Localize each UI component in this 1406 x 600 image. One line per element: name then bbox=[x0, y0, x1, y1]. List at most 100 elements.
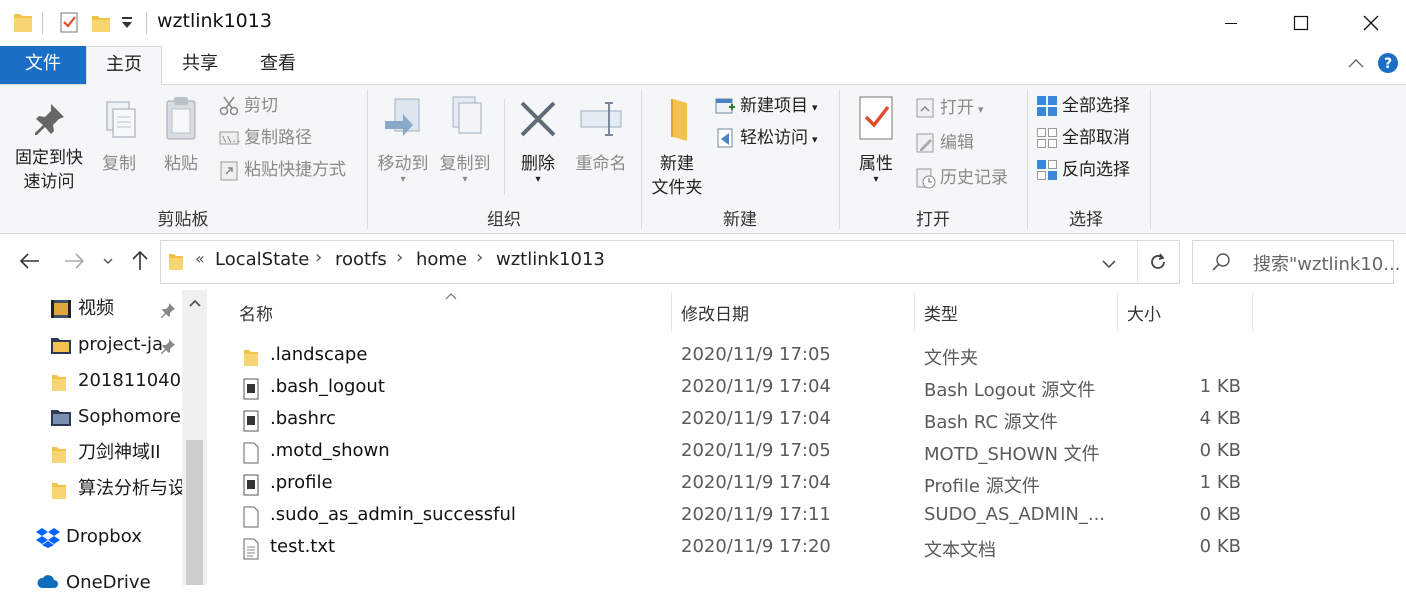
column-divider[interactable] bbox=[671, 292, 672, 332]
file-size: 0 KB bbox=[1199, 504, 1241, 525]
cut-button[interactable]: 剪切 bbox=[218, 93, 278, 119]
tab-file[interactable]: 文件 bbox=[0, 46, 86, 84]
paste-button[interactable]: 粘贴 bbox=[152, 95, 210, 176]
delete-dropdown-icon[interactable]: ▾ bbox=[510, 175, 566, 185]
select-none-button[interactable]: 全部取消 bbox=[1036, 125, 1130, 151]
nav-item-sao[interactable]: 刀剑神域II bbox=[0, 436, 182, 470]
properties-dropdown-icon[interactable]: ▾ bbox=[846, 175, 906, 185]
copy-path-icon: \\.. bbox=[219, 131, 240, 145]
open-button[interactable]: 打开 ▾ bbox=[914, 95, 984, 121]
folder-icon bbox=[167, 250, 185, 276]
invert-selection-button[interactable]: 反向选择 bbox=[1036, 157, 1130, 183]
table-row[interactable]: .bashrc 2020/11/9 17:04 Bash RC 源文件 4 KB bbox=[230, 404, 1260, 436]
properties-quick-icon[interactable] bbox=[58, 10, 80, 34]
help-icon[interactable]: ? bbox=[1377, 52, 1399, 78]
nav-item-algorithms[interactable]: 算法分析与设 bbox=[0, 472, 182, 506]
file-date: 2020/11/9 17:05 bbox=[681, 440, 831, 461]
nav-item-onedrive[interactable]: OneDrive bbox=[0, 566, 182, 600]
breadcrumb-separator[interactable]: › bbox=[396, 247, 403, 268]
move-to-dropdown-icon[interactable]: ▾ bbox=[372, 175, 434, 185]
tab-view[interactable]: 查看 bbox=[242, 46, 314, 84]
edit-button[interactable]: 编辑 bbox=[914, 130, 974, 156]
breadcrumb-separator[interactable]: › bbox=[315, 247, 322, 268]
forward-button[interactable] bbox=[60, 246, 88, 276]
breadcrumb-separator[interactable]: › bbox=[476, 247, 483, 268]
folder-icon bbox=[244, 350, 258, 366]
table-row[interactable]: .sudo_as_admin_successful 2020/11/9 17:1… bbox=[230, 500, 1260, 532]
tab-home[interactable]: 主页 bbox=[86, 46, 162, 86]
nav-item-dropbox[interactable]: Dropbox bbox=[0, 520, 182, 554]
rename-button[interactable]: 重命名 bbox=[568, 95, 634, 176]
open-dropdown-icon[interactable]: ▾ bbox=[978, 103, 984, 116]
properties-button[interactable]: 属性 ▾ bbox=[846, 95, 906, 185]
recent-locations-button[interactable] bbox=[96, 246, 120, 276]
folder-icon bbox=[52, 375, 66, 391]
table-row[interactable]: .bash_logout 2020/11/9 17:04 Bash Logout… bbox=[230, 372, 1260, 404]
column-header-date[interactable]: 修改日期 bbox=[681, 300, 749, 325]
nav-item-2018110401[interactable]: 2018110401 bbox=[0, 364, 182, 398]
nav-scrollbar-thumb[interactable] bbox=[186, 440, 203, 585]
copy-button[interactable]: 复制 bbox=[92, 99, 146, 176]
minimize-button[interactable] bbox=[1196, 0, 1266, 46]
table-row[interactable]: test.txt 2020/11/9 17:20 文本文档 0 KB bbox=[230, 532, 1260, 564]
easy-access-dropdown-icon[interactable]: ▾ bbox=[812, 133, 818, 146]
organize-group-label: 组织 bbox=[487, 210, 521, 230]
breadcrumb-overflow[interactable]: « bbox=[195, 249, 205, 268]
back-arrow-icon bbox=[19, 253, 39, 269]
nav-item-project[interactable]: project-ja bbox=[0, 328, 182, 362]
column-divider[interactable] bbox=[1117, 292, 1118, 332]
search-icon bbox=[1211, 252, 1231, 276]
nav-item-videos[interactable]: 视频 bbox=[0, 292, 182, 326]
new-item-dropdown-icon[interactable]: ▾ bbox=[812, 101, 818, 114]
select-all-button[interactable]: 全部选择 bbox=[1036, 93, 1130, 119]
paste-shortcut-button[interactable]: 粘贴快捷方式 bbox=[218, 157, 346, 183]
breadcrumb-rootfs[interactable]: rootfs bbox=[335, 249, 387, 270]
nav-item-sophomore[interactable]: Sophomore bbox=[0, 400, 182, 434]
breadcrumb-home[interactable]: home bbox=[416, 249, 467, 270]
table-row[interactable]: .motd_shown 2020/11/9 17:05 MOTD_SHOWN 文… bbox=[230, 436, 1260, 468]
customize-quick-access-icon[interactable] bbox=[120, 14, 142, 38]
breadcrumb-wztlink1013[interactable]: wztlink1013 bbox=[496, 249, 605, 270]
column-header-name[interactable]: 名称 bbox=[239, 300, 273, 325]
move-to-button[interactable]: 移动到 ▾ bbox=[372, 95, 434, 185]
column-header-size[interactable]: 大小 bbox=[1127, 300, 1161, 325]
pin-to-quick-access-button[interactable]: 固定到快 速访问 bbox=[6, 99, 92, 194]
file-date: 2020/11/9 17:04 bbox=[681, 472, 831, 493]
up-button[interactable] bbox=[126, 246, 154, 276]
delete-button[interactable]: 删除 ▾ bbox=[510, 95, 566, 185]
breadcrumb-localstate[interactable]: LocalState bbox=[215, 249, 309, 270]
tab-share[interactable]: 共享 bbox=[164, 46, 236, 84]
new-item-button[interactable]: 新建项目 ▾ bbox=[714, 93, 818, 119]
close-button[interactable] bbox=[1336, 0, 1406, 46]
minimize-icon bbox=[1225, 23, 1237, 24]
dark-folder-icon bbox=[51, 410, 71, 426]
refresh-icon[interactable] bbox=[1147, 251, 1169, 277]
title-bar: wztlink1013 bbox=[0, 0, 1406, 46]
copy-to-button[interactable]: 复制到 ▾ bbox=[434, 95, 496, 185]
history-button[interactable]: 历史记录 bbox=[914, 165, 1008, 191]
file-type: 文件夹 bbox=[924, 348, 978, 369]
copy-to-dropdown-icon[interactable]: ▾ bbox=[434, 175, 496, 185]
copy-path-button[interactable]: \\.. 复制路径 bbox=[218, 125, 312, 151]
file-type: Bash RC 源文件 bbox=[924, 412, 1058, 433]
address-dropdown-icon[interactable] bbox=[1101, 255, 1117, 274]
column-divider[interactable] bbox=[1252, 292, 1253, 332]
paste-shortcut-icon bbox=[220, 161, 238, 181]
maximize-button[interactable] bbox=[1266, 0, 1336, 46]
copy-icon bbox=[106, 101, 136, 138]
easy-access-icon bbox=[717, 128, 733, 148]
address-box[interactable]: « LocalState › rootfs › home › wztlink10… bbox=[160, 240, 1180, 284]
column-divider[interactable] bbox=[914, 292, 915, 332]
file-size: 4 KB bbox=[1199, 408, 1241, 429]
new-folder-button[interactable]: 新建 文件夹 bbox=[644, 95, 710, 200]
back-button[interactable] bbox=[16, 246, 44, 276]
table-row[interactable]: .landscape 2020/11/9 17:05 文件夹 bbox=[230, 340, 1260, 372]
column-header-type[interactable]: 类型 bbox=[924, 300, 958, 325]
new-folder-quick-icon[interactable] bbox=[90, 10, 112, 34]
table-row[interactable]: .profile 2020/11/9 17:04 Profile 源文件 1 K… bbox=[230, 468, 1260, 500]
collapse-ribbon-icon[interactable] bbox=[1346, 54, 1366, 78]
close-icon bbox=[1363, 15, 1379, 31]
file-name: test.txt bbox=[270, 536, 336, 557]
easy-access-button[interactable]: 轻松访问 ▾ bbox=[714, 125, 818, 151]
search-box[interactable]: 搜索"wztlink10... bbox=[1192, 240, 1400, 284]
